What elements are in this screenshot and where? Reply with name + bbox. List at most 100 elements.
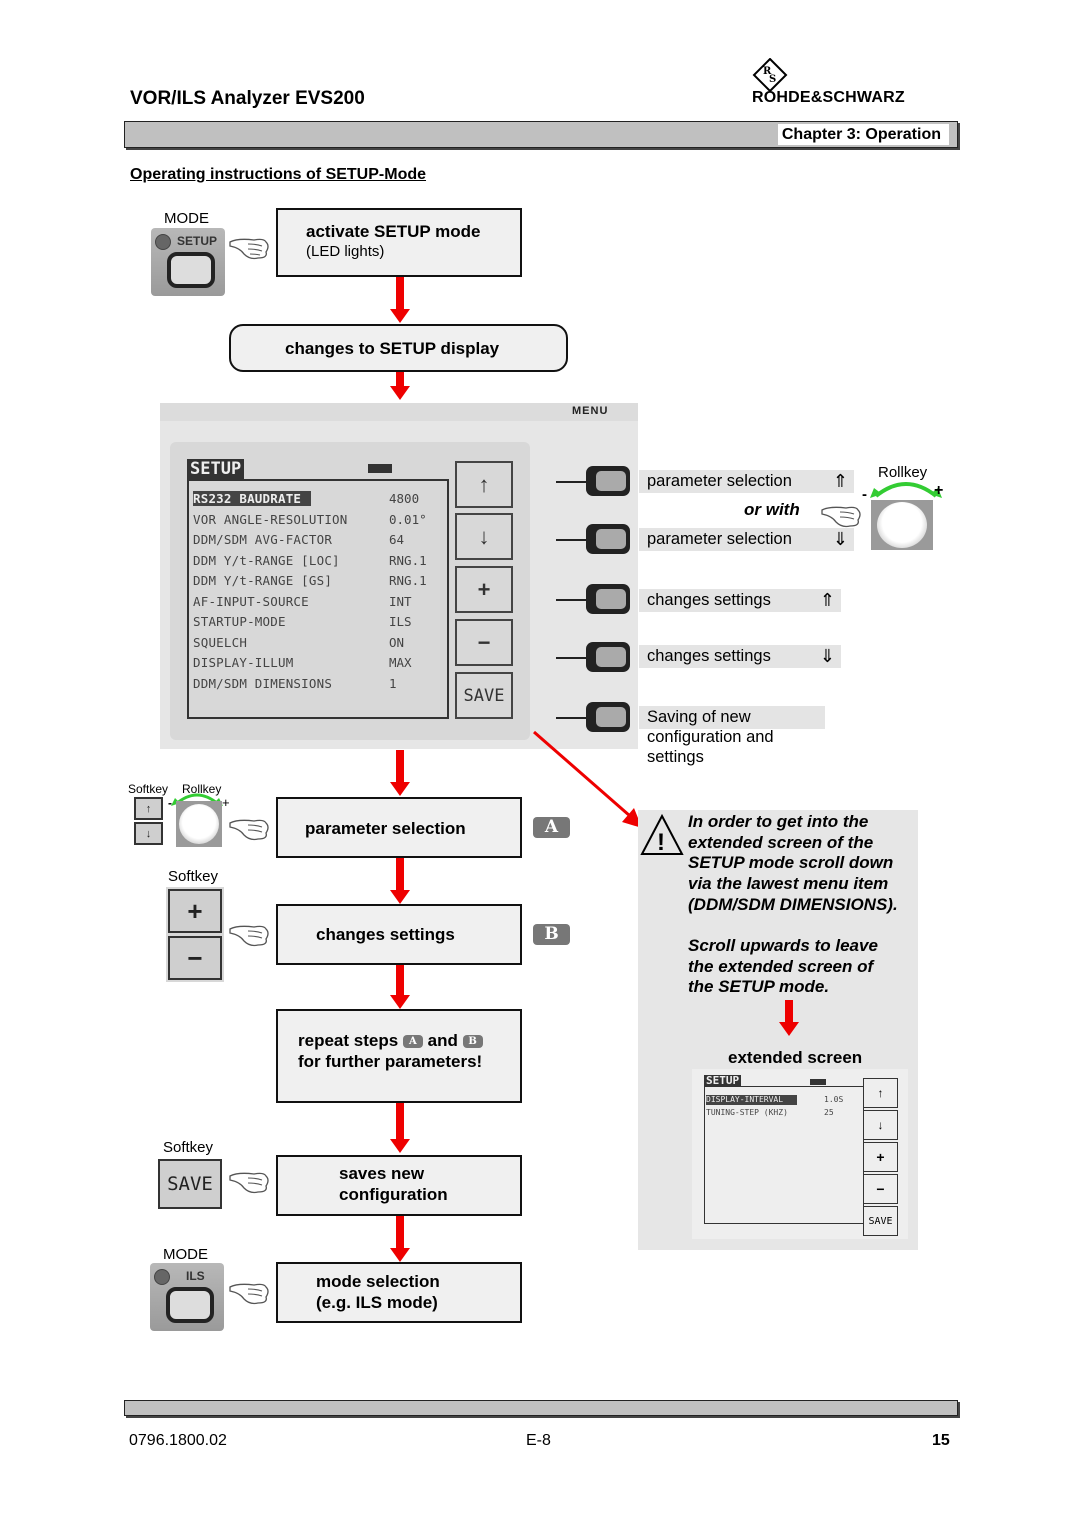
desc-text: parameter selection <box>647 530 792 548</box>
lcd-softkey-down[interactable]: ↓ <box>455 513 513 560</box>
desc-param-down: parameter selection ⇓ <box>639 528 854 551</box>
softkey-minus[interactable]: − <box>168 936 222 980</box>
lcd-row-value: INT <box>389 593 412 609</box>
step-title: changes to SETUP display <box>285 339 500 358</box>
flow-arrow <box>390 372 410 402</box>
desc-save-line2: configuration and <box>647 728 774 746</box>
lcd-softkey-up[interactable]: ↑ <box>455 461 513 508</box>
lcd-row-value: RNG.1 <box>389 573 427 588</box>
hardware-softkey-1[interactable] <box>586 466 630 496</box>
lcd-row-value: ON <box>389 634 405 650</box>
ext-row-value: 1.0S <box>824 1095 844 1104</box>
document-title: VOR/ILS Analyzer EVS200 <box>130 88 365 109</box>
ext-row-value: 25 <box>824 1108 834 1117</box>
softkey-plus[interactable]: + <box>168 889 222 933</box>
leader-line <box>556 481 586 483</box>
battery-icon <box>810 1079 826 1085</box>
section-title: Operating instructions of SETUP-Mode <box>130 166 427 183</box>
ext-softkey-plus[interactable]: + <box>863 1142 898 1172</box>
lcd-row-name: VOR ANGLE-RESOLUTION <box>193 511 348 527</box>
double-arrow-up-icon: ⇑ <box>819 590 835 610</box>
ext-softkey-up[interactable]: ↑ <box>863 1078 898 1108</box>
hardware-softkey-4[interactable] <box>586 642 630 672</box>
mode-caption: MODE <box>164 210 209 227</box>
desc-text: Saving of new <box>647 708 751 726</box>
leader-line <box>556 599 586 601</box>
step-repeat: repeat steps A and B for further paramet… <box>276 1009 522 1103</box>
rollkey-plus: + <box>934 482 944 499</box>
chapter-label: Chapter 3: Operation <box>777 124 949 145</box>
desc-change-up: changes settings ⇑ <box>639 589 841 612</box>
battery-icon <box>368 464 392 473</box>
page-code: E-8 <box>526 1432 551 1449</box>
step-badge-b: B <box>533 924 570 945</box>
lcd-row-value: 0.01° <box>389 511 427 527</box>
lcd-softkey-save[interactable]: SAVE <box>455 672 513 719</box>
note-line: Scroll upwards to leave <box>688 936 878 955</box>
step-mode-selection: mode selection (e.g. ILS mode) <box>276 1262 522 1323</box>
hardware-softkey-2[interactable] <box>586 524 630 554</box>
lcd-softkey-plus[interactable]: + <box>455 566 513 613</box>
step-line2: (e.g. ILS mode) <box>316 1293 438 1312</box>
lcd-row-value: RNG.1 <box>389 552 427 568</box>
led-indicator <box>155 234 171 250</box>
rollkey-knob[interactable] <box>871 500 933 550</box>
leader-line <box>556 717 586 719</box>
pointing-hand-icon <box>821 506 861 528</box>
softkey-down[interactable]: ↓ <box>134 822 163 845</box>
extended-screen-caption: extended screen <box>728 1048 863 1067</box>
softkey-caption: Softkey <box>163 1139 214 1156</box>
inline-badge-b: B <box>462 1035 483 1048</box>
step-line1: mode selection <box>316 1272 440 1291</box>
desc-text: changes settings <box>647 647 771 665</box>
ext-lcd-frame <box>704 1086 864 1224</box>
or-with-label: or with <box>744 500 800 519</box>
ils-key-label: ILS <box>186 1269 205 1283</box>
ils-key-button <box>166 1287 214 1323</box>
led-indicator <box>154 1269 170 1285</box>
softkey-up[interactable]: ↑ <box>134 797 163 820</box>
step-title: parameter selection <box>305 819 466 838</box>
svg-text:S: S <box>769 74 776 85</box>
lcd-row-name: SQUELCH <box>193 634 248 650</box>
pointing-hand-icon <box>229 1283 269 1305</box>
leader-line <box>556 657 586 659</box>
flow-arrow <box>390 1216 410 1262</box>
setup-key-button <box>167 252 215 288</box>
flow-arrow <box>390 858 410 904</box>
rs-diamond-logo-icon: R S <box>752 58 788 92</box>
softkey-save[interactable]: SAVE <box>158 1159 222 1209</box>
step-line1: repeat steps A and B <box>298 1031 483 1051</box>
lcd-row-name: STARTUP-MODE <box>193 614 286 629</box>
doc-number: 0796.1800.02 <box>129 1432 227 1449</box>
step-title: changes settings <box>316 925 455 944</box>
pointing-hand-icon <box>229 925 269 947</box>
note-line: extended screen of the <box>688 832 874 852</box>
step-line1: saves new <box>339 1164 425 1183</box>
step-parameter-selection: parameter selection <box>276 797 522 858</box>
hardware-softkey-3[interactable] <box>586 584 630 614</box>
ext-softkey-minus[interactable]: − <box>863 1174 898 1204</box>
note-line: (DDM/SDM DIMENSIONS). <box>688 894 898 914</box>
ext-row-name: TUNING-STEP (KHZ) <box>706 1108 788 1117</box>
double-arrow-down-icon: ⇓ <box>832 529 848 549</box>
ext-softkey-save[interactable]: SAVE <box>863 1206 898 1236</box>
flow-arrow <box>390 965 410 1009</box>
double-arrow-up-icon: ⇑ <box>832 471 848 491</box>
page-number: 15 <box>932 1432 950 1449</box>
note-line: SETUP mode scroll down <box>688 853 894 873</box>
lcd-row-value: 4800 <box>389 491 420 506</box>
lcd-softkey-minus[interactable]: − <box>455 619 513 666</box>
step-line2: for further parameters! <box>298 1052 483 1071</box>
flow-arrow <box>390 277 410 323</box>
lcd-row-value: ILS <box>389 614 412 629</box>
rollkey-minus: - <box>168 796 172 810</box>
lcd-row-name: RS232 BAUDRATE <box>193 491 312 506</box>
rollkey-minus: - <box>862 486 867 503</box>
ext-softkey-down[interactable]: ↓ <box>863 1110 898 1140</box>
setup-mode-key[interactable]: SETUP <box>151 228 225 296</box>
ils-mode-key[interactable]: ILS <box>150 1263 224 1331</box>
double-arrow-down-icon: ⇓ <box>819 646 835 666</box>
rollkey-knob[interactable] <box>176 801 222 847</box>
flow-arrow <box>390 1103 410 1153</box>
